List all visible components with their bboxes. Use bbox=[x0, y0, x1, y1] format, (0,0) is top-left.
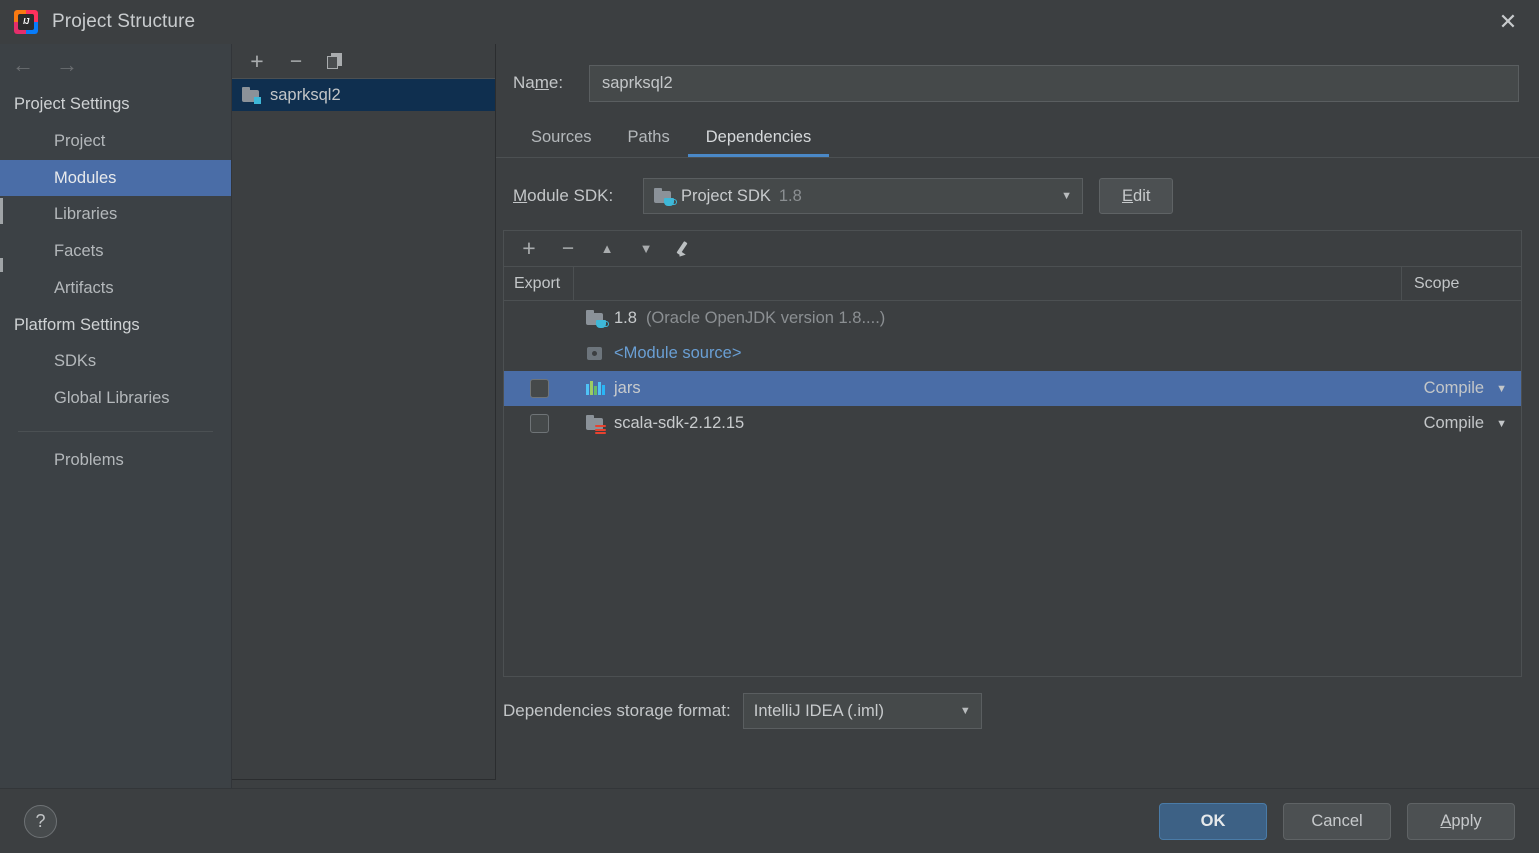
detail-tabs: Sources Paths Dependencies bbox=[513, 115, 1539, 157]
dependency-name: scala-sdk-2.12.15 bbox=[614, 414, 745, 432]
chevron-down-icon: ▼ bbox=[1496, 417, 1507, 430]
apply-button[interactable]: Apply bbox=[1407, 803, 1515, 840]
export-checkbox[interactable] bbox=[529, 379, 549, 398]
module-name-row: Name: bbox=[513, 64, 1519, 102]
arrow-left-icon[interactable] bbox=[12, 54, 34, 76]
chevron-down-icon: ▼ bbox=[1061, 190, 1072, 202]
sidebar-item-libraries[interactable]: Libraries bbox=[0, 196, 231, 233]
title-bar: IJ Project Structure ✕ bbox=[0, 0, 1539, 44]
cancel-button[interactable]: Cancel bbox=[1283, 803, 1391, 840]
module-sdk-version: 1.8 bbox=[778, 186, 802, 205]
storage-format-row: Dependencies storage format: IntelliJ ID… bbox=[503, 691, 1539, 731]
tabs-underline bbox=[496, 157, 1539, 158]
module-detail-panel: Name: Sources Paths Dependencies Module … bbox=[496, 44, 1539, 780]
dependencies-table-container: Export Scope 1.8 (Oracle OpenJDK version… bbox=[503, 230, 1522, 677]
sidebar-item-global-libraries[interactable]: Global Libraries bbox=[0, 380, 231, 417]
dependency-detail: (Oracle OpenJDK version 1.8....) bbox=[645, 309, 886, 327]
module-source-icon bbox=[586, 345, 605, 362]
dependency-name-cell: <Module source> bbox=[574, 344, 1402, 363]
settings-sidebar: Project Settings Project Modules Librari… bbox=[0, 44, 232, 788]
move-up-arrow-icon[interactable] bbox=[596, 238, 618, 260]
help-question-icon[interactable]: ? bbox=[24, 805, 57, 838]
move-down-arrow-icon[interactable] bbox=[635, 238, 657, 260]
modules-list-panel: saprksql2 bbox=[232, 44, 496, 780]
export-cell bbox=[504, 379, 574, 398]
window-edge-mark-bottom bbox=[0, 258, 3, 272]
copy-module-icon[interactable] bbox=[324, 50, 346, 72]
module-sdk-row: Module SDK: Project SDK 1.8 ▼ Edit bbox=[513, 176, 1539, 216]
edit-sdk-button[interactable]: Edit bbox=[1099, 178, 1174, 214]
navigation-arrows bbox=[0, 44, 231, 86]
export-checkbox[interactable] bbox=[529, 414, 549, 433]
jdk-folder-icon bbox=[654, 187, 677, 206]
dependency-name-cell: scala-sdk-2.12.15 bbox=[574, 414, 1402, 434]
tab-dependencies[interactable]: Dependencies bbox=[687, 128, 830, 157]
modules-toolbar bbox=[232, 44, 495, 79]
list-item[interactable]: saprksql2 bbox=[232, 79, 495, 111]
sidebar-group-platform-settings: Platform Settings bbox=[14, 315, 140, 334]
chevron-down-icon: ▼ bbox=[1496, 382, 1507, 395]
intellij-idea-logo-icon: IJ bbox=[14, 10, 38, 34]
module-sdk-value: Project SDK bbox=[681, 186, 771, 205]
sidebar-item-modules[interactable]: Modules bbox=[0, 159, 231, 197]
module-folder-icon bbox=[242, 86, 261, 104]
add-module-plus-icon[interactable] bbox=[246, 50, 268, 72]
close-icon[interactable]: ✕ bbox=[1477, 0, 1539, 44]
sidebar-separator bbox=[18, 430, 213, 432]
module-name: saprksql2 bbox=[270, 85, 341, 104]
dialog-footer: ? OK Cancel Apply bbox=[0, 788, 1539, 853]
library-bars-icon bbox=[586, 380, 605, 397]
dialog-buttons: OK Cancel Apply bbox=[1159, 803, 1515, 840]
window-edge-mark-top bbox=[0, 198, 3, 224]
table-row[interactable]: jars Compile ▼ bbox=[504, 371, 1521, 406]
sidebar-item-facets[interactable]: Facets bbox=[0, 233, 231, 270]
sidebar-item-artifacts[interactable]: Artifacts bbox=[0, 270, 231, 307]
dependency-name: <Module source> bbox=[614, 344, 742, 362]
dependencies-table-header: Export Scope bbox=[504, 267, 1521, 301]
ok-button[interactable]: OK bbox=[1159, 803, 1267, 840]
name-label: Name: bbox=[513, 73, 564, 92]
jdk-folder-icon bbox=[586, 310, 609, 328]
edit-dependency-pencil-icon[interactable] bbox=[674, 238, 696, 260]
module-sdk-combobox[interactable]: Project SDK 1.8 ▼ bbox=[643, 178, 1083, 214]
column-header-name[interactable] bbox=[574, 267, 1402, 300]
scope-value: Compile bbox=[1423, 414, 1485, 432]
table-row[interactable]: <Module source> bbox=[504, 336, 1521, 371]
dependency-name: jars bbox=[614, 379, 641, 397]
window-title: Project Structure bbox=[52, 11, 196, 32]
chevron-down-icon: ▼ bbox=[959, 705, 971, 717]
column-header-scope[interactable]: Scope bbox=[1402, 267, 1521, 300]
scala-sdk-folder-icon bbox=[586, 415, 606, 434]
dependency-name-cell: 1.8 (Oracle OpenJDK version 1.8....) bbox=[574, 309, 1402, 328]
dependencies-toolbar bbox=[504, 231, 1521, 267]
storage-format-label: Dependencies storage format: bbox=[503, 701, 731, 720]
arrow-right-icon[interactable] bbox=[56, 54, 78, 76]
storage-format-combobox[interactable]: IntelliJ IDEA (.iml) ▼ bbox=[742, 693, 982, 729]
add-dependency-plus-icon[interactable] bbox=[518, 238, 540, 260]
scope-cell[interactable]: Compile ▼ bbox=[1402, 379, 1521, 398]
table-row[interactable]: 1.8 (Oracle OpenJDK version 1.8....) bbox=[504, 301, 1521, 336]
dependency-name: 1.8 bbox=[614, 309, 637, 327]
sidebar-item-sdks[interactable]: SDKs bbox=[0, 343, 231, 380]
scope-value: Compile bbox=[1423, 379, 1485, 397]
module-name-input[interactable] bbox=[589, 64, 1519, 102]
tab-paths[interactable]: Paths bbox=[610, 128, 688, 158]
table-row[interactable]: scala-sdk-2.12.15 Compile ▼ bbox=[504, 406, 1521, 441]
sidebar-item-problems[interactable]: Problems bbox=[0, 442, 231, 479]
module-sdk-label: Module SDK: bbox=[513, 186, 614, 205]
sidebar-group-project-settings: Project Settings bbox=[14, 95, 130, 113]
remove-dependency-minus-icon[interactable] bbox=[557, 238, 579, 260]
scope-cell[interactable]: Compile ▼ bbox=[1402, 414, 1521, 433]
tab-sources[interactable]: Sources bbox=[513, 128, 610, 158]
remove-module-minus-icon[interactable] bbox=[285, 50, 307, 72]
sidebar-item-project[interactable]: Project bbox=[0, 123, 231, 160]
storage-format-value: IntelliJ IDEA (.iml) bbox=[753, 701, 884, 720]
dependency-name-cell: jars bbox=[574, 379, 1402, 398]
column-header-export[interactable]: Export bbox=[504, 267, 574, 300]
export-cell bbox=[504, 414, 574, 433]
